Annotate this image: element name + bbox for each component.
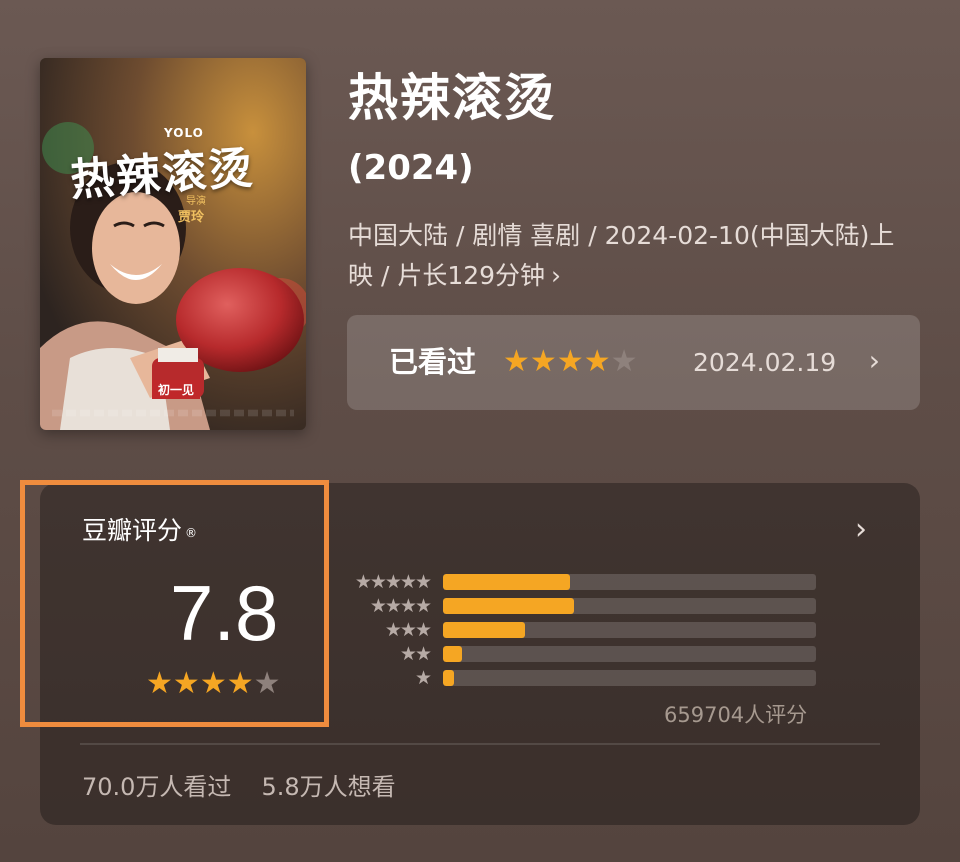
star-icon: ★ [253, 666, 281, 701]
rating-stars: ★★★★★ [146, 668, 281, 700]
watched-date: 2024.02.19 [693, 348, 837, 377]
poster-director-name: 贾玲 [178, 210, 205, 225]
star-icon: ★ [583, 344, 611, 379]
distribution-row: ★★★ [330, 619, 820, 641]
movie-poster[interactable]: YOLO 热辣滚烫 导演 贾玲 初一见 [40, 58, 306, 430]
watched-count[interactable]: 70.0万人看过 [82, 773, 231, 801]
star-icon: ★ [226, 666, 254, 701]
distribution-bar [443, 670, 455, 686]
distribution-row: ★ [330, 667, 820, 689]
star-icon: ★ [503, 344, 530, 379]
distribution-track [443, 646, 816, 662]
registered-mark: ® [185, 526, 198, 540]
star-icon: ★ [529, 344, 557, 379]
star-icon: ★ [556, 344, 584, 379]
poster-director-role: 导演 [186, 196, 206, 207]
star-icon: ★ [172, 666, 200, 701]
distribution-track [443, 622, 816, 638]
chevron-right-icon: › [551, 261, 562, 290]
my-rating-stars: ★★★★★ [503, 346, 638, 378]
distribution-track [443, 598, 816, 614]
rating-label: 豆瓣评分 ® [82, 514, 197, 548]
movie-title: 热辣滚烫 [348, 69, 556, 127]
audience-stats: 70.0万人看过 5.8万人想看 [82, 770, 396, 804]
movie-year: (2024) [348, 148, 474, 188]
divider [80, 743, 880, 745]
distribution-star-label: ★★★★ [369, 595, 432, 617]
distribution-row: ★★★★ [330, 595, 820, 617]
rating-score: 7.8 [170, 569, 279, 657]
star-icon: ★ [199, 666, 227, 701]
poster-title-art: 热辣滚烫 [68, 142, 256, 207]
distribution-bar [443, 646, 462, 662]
distribution-bar [443, 622, 526, 638]
poster-release-tag: 初一见 [152, 380, 201, 399]
distribution-track [443, 670, 816, 686]
distribution-star-label: ★ [414, 667, 432, 689]
rating-label-text: 豆瓣评分 [82, 516, 183, 545]
distribution-bar [443, 574, 570, 590]
watched-label: 已看过 [389, 345, 477, 379]
movie-meta-text: 中国大陆 / 剧情 喜剧 / 2024-02-10(中国大陆)上映 / 片长12… [348, 221, 895, 290]
distribution-star-label: ★★ [399, 643, 432, 665]
star-icon: ★ [146, 666, 173, 701]
distribution-star-label: ★★★ [384, 619, 432, 641]
distribution-row: ★★ [330, 643, 820, 665]
rating-detail-chevron-icon[interactable]: › [855, 512, 867, 548]
want-count[interactable]: 5.8万人想看 [261, 773, 395, 801]
distribution-row: ★★★★★ [330, 571, 820, 593]
distribution-track [443, 574, 816, 590]
movie-meta-info[interactable]: 中国大陆 / 剧情 喜剧 / 2024-02-10(中国大陆)上映 / 片长12… [348, 216, 918, 296]
distribution-star-label: ★★★★★ [354, 571, 432, 593]
watched-status-bar[interactable]: 已看过 ★★★★★ 2024.02.19 › [347, 315, 920, 410]
poster-artwork [40, 58, 306, 430]
rating-count: 659704人评分 [664, 703, 808, 727]
star-icon: ★ [610, 344, 638, 379]
chevron-right-icon: › [868, 344, 880, 377]
poster-credits-block [52, 409, 294, 417]
distribution-bar [443, 598, 574, 614]
